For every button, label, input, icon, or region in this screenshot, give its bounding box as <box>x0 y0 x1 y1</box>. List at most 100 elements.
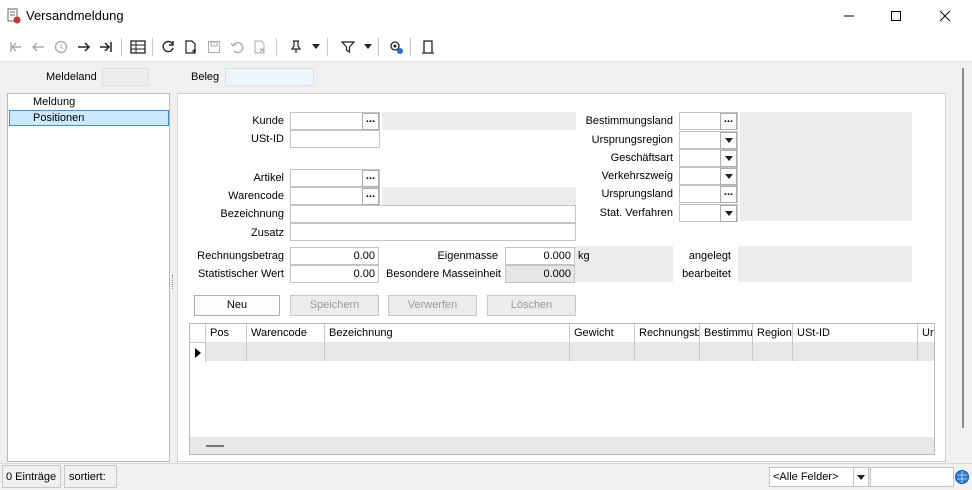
undo-icon[interactable] <box>227 37 247 57</box>
chevron-down-icon[interactable] <box>720 150 737 167</box>
chevron-down-icon[interactable] <box>720 205 737 222</box>
chevron-down-icon[interactable] <box>853 467 869 487</box>
next-record-icon[interactable] <box>74 37 94 57</box>
column-header-gewicht[interactable]: Gewicht <box>570 324 635 342</box>
bearbeitet-display <box>738 264 912 282</box>
row-pointer-icon <box>190 343 206 362</box>
meldeland-field[interactable] <box>102 68 149 86</box>
geschaeftsart-label: Geschäftsart <box>610 152 673 164</box>
verwerfen-button[interactable]: Verwerfen <box>388 295 477 316</box>
field-filter-value: <Alle Felder> <box>773 471 839 483</box>
kg-unit-label: kg <box>578 250 590 262</box>
bearbeitet-label: bearbeitet <box>682 268 731 280</box>
save-icon[interactable] <box>204 37 224 57</box>
besondere-masseinheit-input: 0.000 <box>505 265 575 283</box>
bezeichnung-input[interactable] <box>290 205 576 223</box>
column-header-region[interactable]: Region <box>753 324 793 342</box>
app-icon <box>6 8 22 24</box>
loeschen-button[interactable]: Löschen <box>487 295 576 316</box>
grid-cell[interactable] <box>635 342 700 361</box>
last-record-icon[interactable] <box>96 37 116 57</box>
grid-cell[interactable] <box>325 342 570 361</box>
ursprungsland-label: Ursprungsland <box>601 188 673 200</box>
first-record-icon[interactable] <box>6 37 26 57</box>
navigation-tree <box>7 93 170 462</box>
toolbar-separator <box>121 38 122 56</box>
besondere-masseinheit-label: Besondere Masseinheit <box>386 268 501 280</box>
column-header-ustid[interactable]: USt-ID <box>793 324 918 342</box>
maximize-button[interactable] <box>873 0 919 32</box>
beleg-label: Beleg <box>191 71 220 83</box>
ursprungsland-lookup-button[interactable]: ... <box>720 186 737 203</box>
country-description-panel <box>740 112 912 221</box>
grid-cell[interactable] <box>793 342 918 361</box>
neu-button[interactable]: Neu <box>194 295 280 316</box>
warencode-description-display <box>382 187 576 205</box>
kunde-lookup-button[interactable]: ... <box>362 113 379 130</box>
verkehrszweig-label: Verkehrszweig <box>601 170 673 182</box>
ursprungsregion-label: Ursprungsregion <box>591 134 673 146</box>
toolbar-separator <box>410 38 411 56</box>
record-count: 0 Einträge <box>6 471 57 483</box>
eigenmasse-label: Eigenmasse <box>437 250 498 262</box>
ustid-input[interactable] <box>290 130 380 148</box>
statistischer-wert-label: Statistischer Wert <box>198 268 284 280</box>
search-input[interactable] <box>870 467 954 487</box>
zusatz-input[interactable] <box>290 223 576 241</box>
beleg-field[interactable] <box>225 68 314 86</box>
rechnungsbetrag-input[interactable]: 0.00 <box>290 247 379 265</box>
splitter-handle[interactable] <box>172 275 174 289</box>
horizontal-scrollbar[interactable] <box>190 437 934 454</box>
new-document-icon[interactable] <box>181 37 201 57</box>
grid-cell[interactable] <box>753 342 793 361</box>
grid-cell[interactable] <box>918 342 934 361</box>
tree-item-positionen[interactable]: Positionen <box>33 112 84 124</box>
grid-cell[interactable] <box>570 342 635 361</box>
artikel-label: Artikel <box>253 172 284 184</box>
minimize-button[interactable] <box>826 0 872 32</box>
previous-record-icon[interactable] <box>28 37 48 57</box>
close-button[interactable] <box>922 0 968 32</box>
column-header-rechnungsbetrag[interactable]: Rechnungsbetrag <box>635 324 700 342</box>
grid-cell[interactable] <box>700 342 753 361</box>
warencode-label: Warencode <box>228 190 284 202</box>
chevron-down-icon[interactable] <box>362 37 374 57</box>
settings-icon[interactable] <box>386 37 406 57</box>
tree-item-meldung[interactable]: Meldung <box>33 96 75 108</box>
vertical-scrollbar[interactable] <box>958 68 968 428</box>
zusatz-label: Zusatz <box>250 227 284 239</box>
eigenmasse-input[interactable]: 0.000 <box>505 247 575 265</box>
filter-icon[interactable] <box>338 37 358 57</box>
scrollbar-thumb[interactable] <box>206 445 224 447</box>
column-header-warencode[interactable]: Warencode <box>247 324 325 342</box>
grid-cell[interactable] <box>206 342 247 361</box>
toolbar-separator <box>378 38 379 56</box>
artikel-lookup-button[interactable]: ... <box>362 170 379 187</box>
column-header-bezeichnung[interactable]: Bezeichnung <box>325 324 570 342</box>
toolbar-separator <box>152 38 153 56</box>
globe-search-icon[interactable] <box>954 469 970 485</box>
angelegt-display <box>738 246 912 264</box>
column-header-ursprungsland[interactable]: Ursprungsland <box>918 324 934 342</box>
chevron-down-icon[interactable] <box>720 132 737 149</box>
bestimmungsland-lookup-button[interactable]: ... <box>720 113 737 130</box>
speichern-button[interactable]: Speichern <box>290 295 379 316</box>
grid-cell[interactable] <box>247 342 325 361</box>
refresh-icon[interactable] <box>158 37 178 57</box>
exit-door-icon[interactable] <box>418 37 438 57</box>
statistischer-wert-input[interactable]: 0.00 <box>290 265 379 283</box>
chevron-down-icon[interactable] <box>310 37 322 57</box>
column-header-bestimmungsland[interactable]: Bestimmungsland <box>700 324 753 342</box>
warencode-lookup-button[interactable]: ... <box>362 188 379 205</box>
grid-corner <box>190 324 206 342</box>
kunde-name-display <box>382 112 576 130</box>
chevron-down-icon[interactable] <box>720 168 737 185</box>
kunde-label: Kunde <box>252 115 284 127</box>
toolbar-separator <box>327 38 328 56</box>
pin-icon[interactable] <box>286 37 306 57</box>
delete-document-icon[interactable] <box>250 37 270 57</box>
table-view-icon[interactable] <box>128 37 148 57</box>
column-header-pos[interactable]: Pos <box>206 324 247 342</box>
history-icon[interactable] <box>51 37 71 57</box>
sorted-label: sortiert: <box>69 471 106 483</box>
